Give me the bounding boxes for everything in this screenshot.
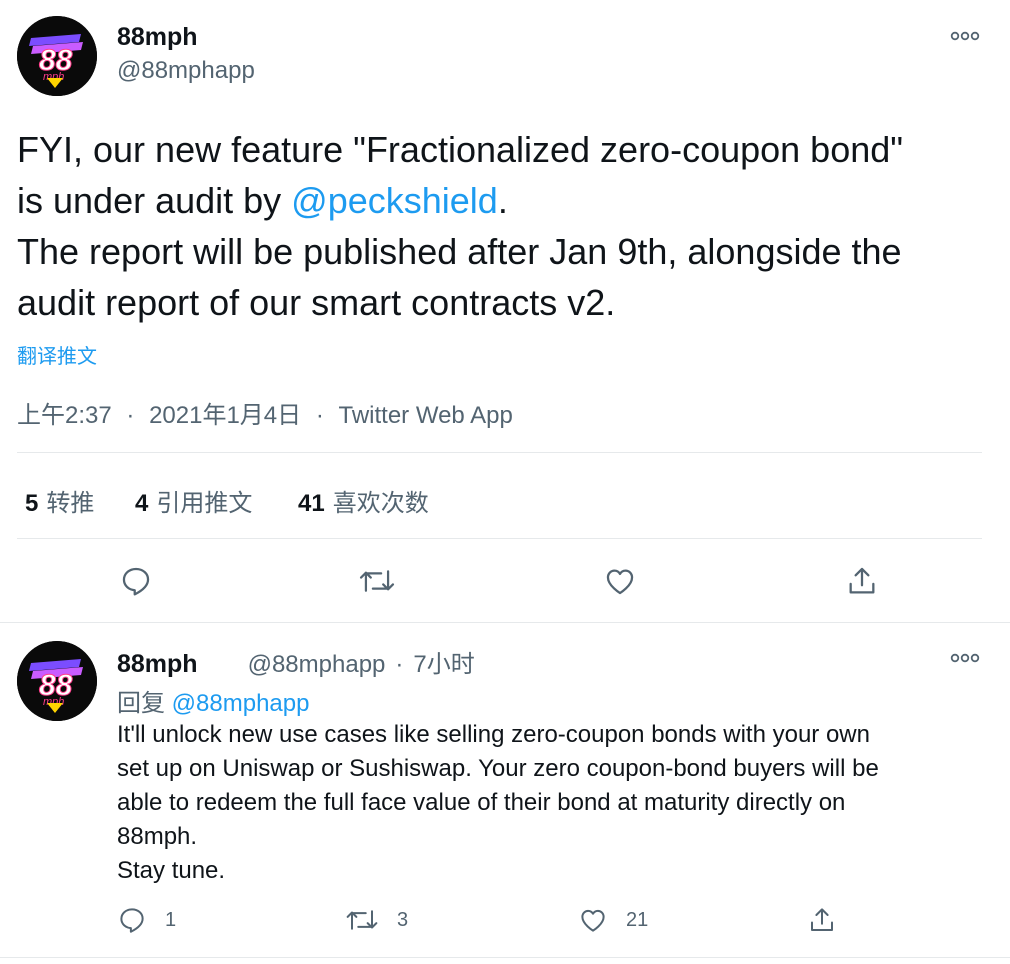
- replying-to-label: 回复: [117, 690, 165, 717]
- quotes-count: 4: [135, 490, 149, 517]
- translate-link[interactable]: 翻译推文: [17, 340, 97, 369]
- likes-label: 喜欢次数: [332, 490, 429, 517]
- quotes-stat[interactable]: 4 引用推文: [135, 483, 252, 518]
- meta-separator: ·: [395, 651, 404, 678]
- meta-separator: ·: [315, 402, 324, 429]
- avatar[interactable]: 88 mph: [17, 16, 97, 96]
- replying-to: 回复 @88mphapp: [117, 683, 309, 718]
- meta-separator: ·: [126, 402, 135, 429]
- replying-to-handle[interactable]: @88mphapp: [172, 690, 310, 717]
- likes-count: 41: [298, 490, 325, 517]
- like-icon: [581, 909, 605, 932]
- divider: [17, 538, 982, 539]
- likes-stat[interactable]: 41 喜欢次数: [298, 483, 429, 518]
- reply-avatar[interactable]: 88 mph: [17, 641, 97, 721]
- reply-action[interactable]: 1: [117, 905, 176, 935]
- reply-author-name[interactable]: 88mph: [117, 650, 198, 679]
- retweet-icon[interactable]: [359, 563, 395, 599]
- like-action[interactable]: 21: [578, 905, 648, 935]
- more-icon[interactable]: [948, 24, 982, 48]
- retweets-stat[interactable]: 5 转推: [25, 483, 94, 518]
- like-icon[interactable]: [602, 563, 638, 599]
- tweet-time[interactable]: 上午2:37: [17, 402, 112, 429]
- author-handle[interactable]: @88mphapp: [117, 57, 255, 85]
- tweet-source[interactable]: Twitter Web App: [339, 402, 513, 429]
- retweet-action[interactable]: 3: [345, 905, 408, 935]
- mention-link[interactable]: @peckshield: [291, 180, 498, 221]
- reply-icon[interactable]: [118, 563, 154, 599]
- share-icon: [811, 908, 833, 931]
- retweet-icon: [346, 910, 378, 930]
- divider: [0, 957, 1010, 958]
- retweets-count: 5: [25, 490, 39, 517]
- logo-avatar-icon: 88 mph: [17, 16, 97, 96]
- reply-text: It'll unlock new use cases like selling …: [117, 721, 879, 884]
- more-icon[interactable]: [948, 646, 982, 670]
- retweet-count: 3: [397, 908, 409, 931]
- reply-time[interactable]: 7小时: [413, 644, 474, 679]
- retweets-label: 转推: [46, 490, 95, 517]
- divider: [0, 622, 1010, 623]
- tweet-date[interactable]: 2021年1月4日: [149, 402, 301, 429]
- reply-author-handle[interactable]: @88mphapp: [248, 651, 386, 679]
- divider: [17, 452, 982, 453]
- author-name[interactable]: 88mph: [117, 23, 198, 52]
- share-icon[interactable]: [844, 563, 880, 599]
- reply-count: 1: [165, 908, 177, 931]
- tweet-text: FYI, our new feature "Fractionalized zer…: [17, 124, 997, 328]
- tweet-meta: 上午2:37 · 2021年1月4日 · Twitter Web App: [17, 395, 513, 430]
- share-action[interactable]: [807, 905, 837, 935]
- quotes-label: 引用推文: [156, 490, 253, 517]
- logo-avatar-icon: 88 mph: [17, 641, 97, 721]
- reply-header: 88mph @88mphapp · 7小时: [117, 644, 475, 679]
- like-count: 21: [626, 908, 649, 931]
- reply-icon: [120, 908, 144, 933]
